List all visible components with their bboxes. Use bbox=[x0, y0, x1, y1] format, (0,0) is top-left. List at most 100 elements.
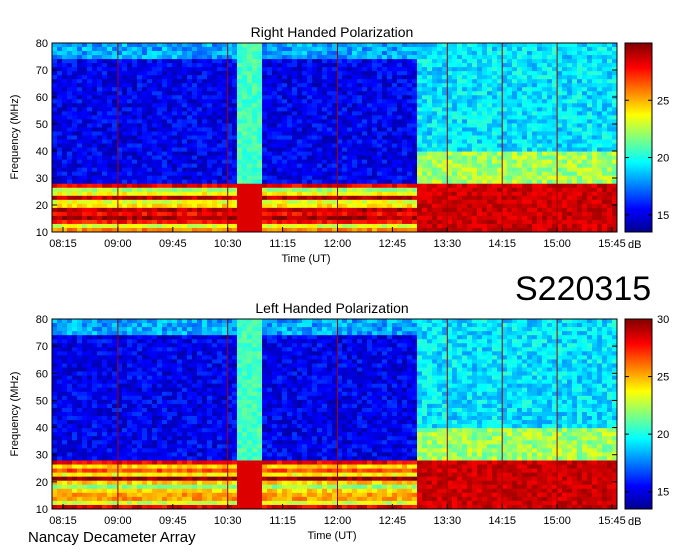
heatmap-cell bbox=[352, 151, 358, 156]
heatmap-cell bbox=[317, 179, 323, 185]
heatmap-cell bbox=[67, 131, 73, 136]
heatmap-cell bbox=[177, 183, 183, 189]
heatmap-cell bbox=[137, 91, 143, 96]
heatmap-cell bbox=[567, 159, 573, 165]
heatmap-cell bbox=[432, 55, 438, 60]
heatmap-cell bbox=[402, 159, 408, 165]
heatmap-cell bbox=[407, 179, 413, 185]
heatmap-cell bbox=[177, 99, 183, 104]
heatmap-cell bbox=[362, 103, 368, 108]
heatmap-cell bbox=[592, 195, 598, 201]
heatmap-cell bbox=[177, 55, 183, 60]
heatmap-cell bbox=[392, 55, 398, 60]
heatmap-cell bbox=[372, 75, 378, 80]
heatmap-cell bbox=[312, 175, 318, 181]
heatmap-cell bbox=[377, 159, 383, 165]
heatmap-cell bbox=[132, 199, 138, 205]
heatmap-cell bbox=[517, 83, 523, 88]
heatmap-cell bbox=[427, 119, 433, 124]
heatmap-cell bbox=[407, 99, 413, 104]
heatmap-cell bbox=[382, 191, 388, 197]
heatmap-cell bbox=[157, 191, 163, 197]
heatmap-cell bbox=[332, 127, 338, 132]
heatmap-cell bbox=[137, 163, 143, 169]
heatmap-cell bbox=[197, 199, 203, 205]
heatmap-cell bbox=[162, 43, 168, 48]
heatmap-cell bbox=[607, 83, 613, 88]
heatmap-cell bbox=[467, 115, 473, 120]
heatmap-cell bbox=[62, 127, 68, 132]
heatmap-cell bbox=[67, 127, 73, 132]
heatmap-cell bbox=[402, 163, 408, 169]
heatmap-cell bbox=[392, 63, 398, 68]
heatmap-cell bbox=[157, 147, 163, 152]
heatmap-cell bbox=[372, 187, 378, 193]
heatmap-cell bbox=[512, 191, 518, 197]
heatmap-cell bbox=[127, 91, 133, 96]
heatmap-cell bbox=[277, 67, 283, 72]
heatmap-cell bbox=[487, 95, 493, 100]
heatmap-cell bbox=[207, 43, 213, 48]
heatmap-cell bbox=[427, 163, 433, 169]
heatmap-cell bbox=[487, 111, 493, 116]
heatmap-cell bbox=[402, 207, 408, 213]
heatmap-cell bbox=[52, 43, 58, 48]
heatmap-cell bbox=[237, 107, 243, 112]
heatmap-cell bbox=[297, 131, 303, 136]
heatmap-cell bbox=[522, 155, 528, 161]
heatmap-cell bbox=[217, 207, 223, 213]
heatmap-cell bbox=[547, 55, 553, 60]
heatmap-cell bbox=[77, 143, 83, 148]
heatmap-cell bbox=[192, 211, 198, 217]
heatmap-cell bbox=[512, 199, 518, 205]
heatmap-cell bbox=[57, 71, 63, 76]
heatmap-cell bbox=[282, 107, 288, 112]
heatmap-cell bbox=[222, 179, 228, 185]
heatmap-cell bbox=[297, 151, 303, 156]
heatmap-cell bbox=[207, 211, 213, 217]
heatmap-cell bbox=[177, 71, 183, 76]
heatmap-cell bbox=[507, 143, 513, 148]
heatmap-cell bbox=[207, 167, 213, 173]
heatmap-cell bbox=[497, 179, 503, 185]
heatmap-cell bbox=[322, 207, 328, 213]
heatmap-cell bbox=[197, 67, 203, 72]
heatmap-cell bbox=[137, 115, 143, 120]
heatmap-cell bbox=[292, 135, 298, 140]
heatmap-cell bbox=[402, 143, 408, 148]
heatmap-cell bbox=[142, 207, 148, 213]
heatmap-cell bbox=[407, 163, 413, 169]
heatmap-cell bbox=[552, 71, 558, 76]
heatmap-cell bbox=[307, 131, 313, 136]
heatmap-cell bbox=[82, 115, 88, 120]
heatmap-cell bbox=[202, 215, 208, 221]
heatmap-cell bbox=[432, 187, 438, 193]
heatmap-cell bbox=[382, 111, 388, 116]
heatmap-cell bbox=[347, 63, 353, 68]
heatmap-cell bbox=[237, 79, 243, 84]
heatmap-cell bbox=[442, 207, 448, 213]
heatmap-cell bbox=[287, 103, 293, 108]
heatmap-cell bbox=[237, 95, 243, 100]
heatmap-cell bbox=[127, 47, 133, 52]
heatmap-cell bbox=[402, 55, 408, 60]
heatmap-cell bbox=[577, 91, 583, 96]
heatmap-cell bbox=[372, 179, 378, 185]
heatmap-cell bbox=[172, 59, 178, 64]
heatmap-cell bbox=[587, 143, 593, 148]
heatmap-cell bbox=[192, 123, 198, 128]
heatmap-cell bbox=[407, 151, 413, 156]
heatmap-cell bbox=[422, 67, 428, 72]
heatmap-cell bbox=[182, 91, 188, 96]
heatmap-cell bbox=[127, 83, 133, 88]
heatmap-cell bbox=[127, 71, 133, 76]
heatmap-cell bbox=[357, 187, 363, 193]
heatmap-cell bbox=[297, 51, 303, 56]
heatmap-cell bbox=[557, 47, 563, 52]
heatmap-cell bbox=[127, 119, 133, 124]
heatmap-cell bbox=[492, 131, 498, 136]
heatmap-cell bbox=[602, 103, 608, 108]
heatmap-cell bbox=[442, 155, 448, 161]
heatmap-cell bbox=[267, 99, 273, 104]
heatmap-cell bbox=[522, 91, 528, 96]
